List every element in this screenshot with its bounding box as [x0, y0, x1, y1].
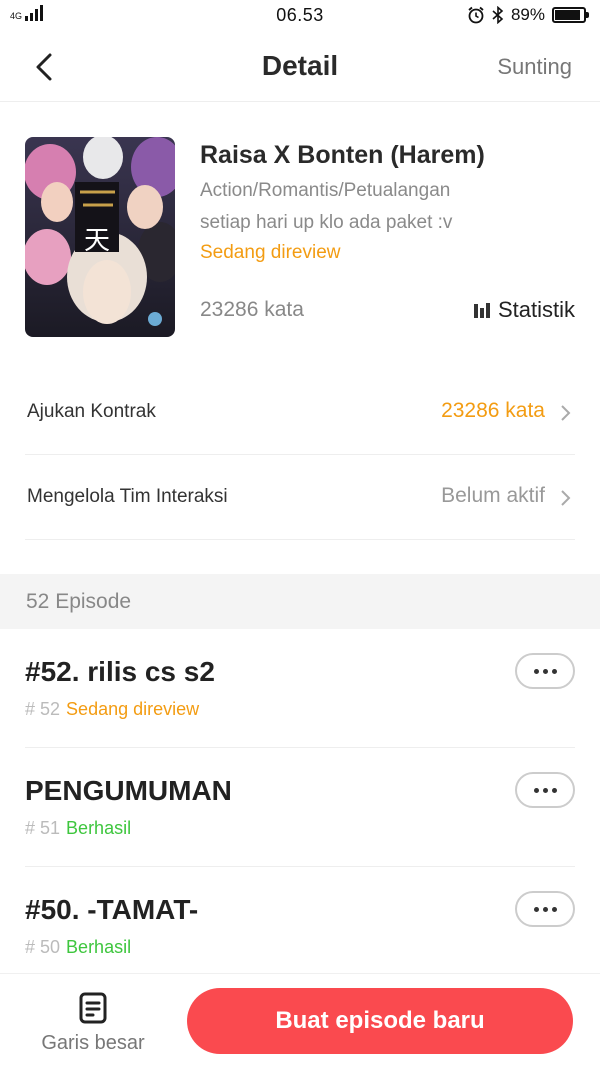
menu-value: Belum aktif [441, 484, 545, 507]
submit-contract-row[interactable]: Ajukan Kontrak 23286 kata [25, 371, 575, 455]
episode-number: # 51 [25, 818, 61, 838]
cover-illustration: 天 [25, 137, 175, 337]
episode-more-button[interactable] [515, 891, 575, 927]
book-status: Sedang direview [200, 242, 341, 263]
episode-title: #52. rilis cs s2 [25, 656, 215, 687]
battery-icon [552, 7, 589, 23]
notes-icon [79, 992, 107, 1024]
episode-title: PENGUMUMAN [25, 775, 232, 806]
episode-status: Berhasil [66, 937, 132, 957]
statistics-button[interactable]: Statistik [473, 297, 575, 323]
statistics-label: Statistik [497, 297, 575, 322]
episode-item[interactable]: #52. rilis cs s2 # 52 Sedang direview [25, 629, 575, 748]
more-dots-icon [533, 668, 539, 674]
episode-count: 52 Episode [26, 590, 132, 613]
episode-meta: # 52 Sedang direview [25, 699, 199, 720]
chevron-right-icon [561, 405, 571, 421]
bar-chart-icon [473, 302, 490, 318]
create-episode-button[interactable]: Buat episode baru [187, 988, 573, 1054]
menu-value: 23286 kata [441, 399, 545, 422]
more-dots-icon [533, 906, 539, 912]
episode-status: Berhasil [66, 818, 132, 838]
book-description: setiap hari up klo ada paket :v [200, 212, 453, 233]
book-cover[interactable]: 天 [25, 137, 175, 337]
menu-label: Ajukan Kontrak [27, 401, 156, 422]
episode-status: Sedang direview [66, 699, 200, 719]
episode-meta: # 51 Berhasil [25, 818, 131, 839]
bluetooth-icon [492, 6, 504, 24]
book-genre: Action/Romantis/Petualangan [200, 180, 451, 201]
manage-interaction-team-row[interactable]: Mengelola Tim Interaksi Belum aktif [25, 456, 575, 540]
battery-percent: 89% [510, 5, 545, 24]
episode-item[interactable]: PENGUMUMAN # 51 Berhasil [25, 748, 575, 867]
status-icons: 89% [467, 5, 589, 25]
book-title: Raisa X Bonten (Harem) [200, 141, 485, 169]
episode-title: #50. -TAMAT- [25, 894, 199, 925]
more-dots-icon [533, 787, 539, 793]
edit-button[interactable]: Sunting [497, 54, 572, 80]
chevron-left-icon [36, 53, 52, 81]
back-button[interactable] [28, 47, 64, 87]
episode-number: # 52 [25, 699, 61, 719]
bottom-action-bar: Garis besar Buat episode baru [0, 973, 600, 1067]
battery-level [555, 10, 580, 20]
episode-section-header: 52 Episode [0, 574, 600, 629]
alarm-icon [468, 6, 484, 24]
episode-meta: # 50 Berhasil [25, 937, 131, 958]
episode-item[interactable]: #50. -TAMAT- # 50 Berhasil [25, 867, 575, 986]
cover-text: 天 [84, 226, 110, 256]
episode-more-button[interactable] [515, 653, 575, 689]
status-bar: 4G 06.53 89% [0, 0, 600, 32]
episode-number: # 50 [25, 937, 61, 957]
top-app-bar: Detail Sunting [0, 32, 600, 102]
chevron-right-icon [561, 490, 571, 506]
episode-more-button[interactable] [515, 772, 575, 808]
outline-button[interactable]: Garis besar [28, 990, 158, 1060]
outline-label: Garis besar [41, 1032, 145, 1054]
menu-label: Mengelola Tim Interaksi [27, 486, 228, 507]
book-word-count: 23286 kata [200, 298, 304, 321]
